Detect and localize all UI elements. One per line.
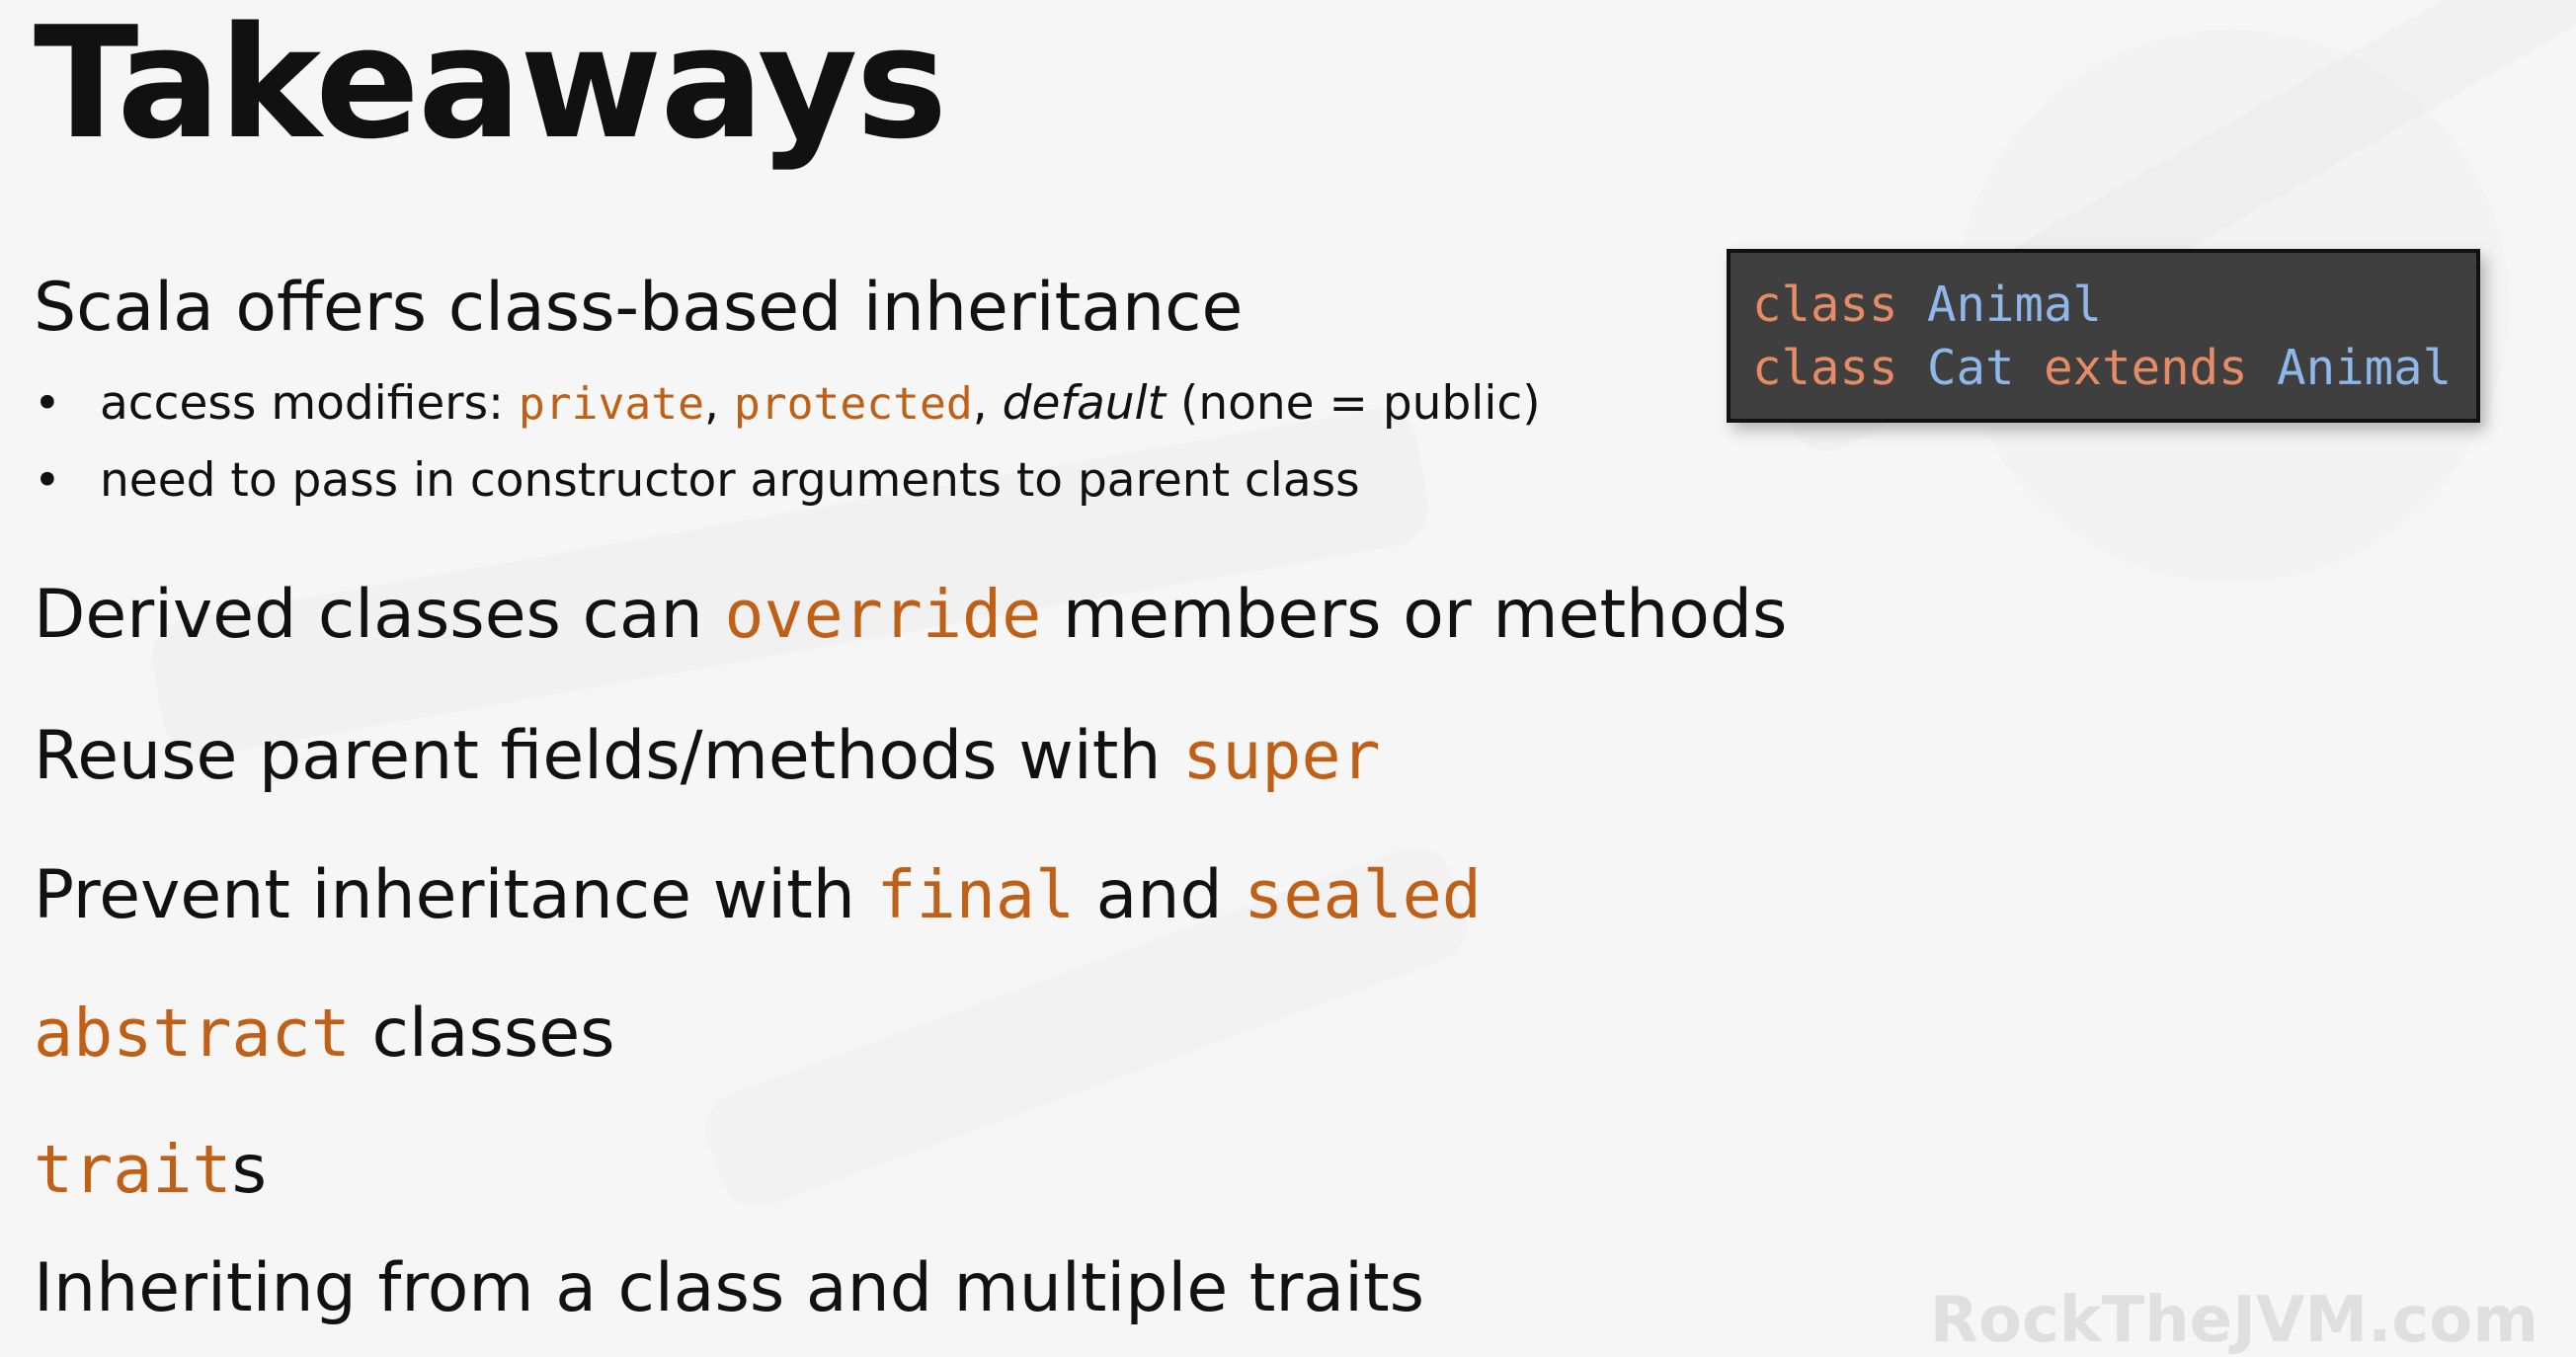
code-super: super	[1182, 717, 1381, 794]
bullet-constructor-arguments: • need to pass in constructor arguments …	[34, 457, 1541, 534]
bullet-separator: ,	[704, 376, 734, 431]
code-protected: protected	[733, 378, 973, 430]
bullet-marker: •	[34, 376, 61, 431]
takeaway-text: s	[231, 1131, 267, 1209]
takeaway-text: and	[1075, 856, 1245, 934]
takeaway-text: Derived classes can	[34, 576, 725, 654]
code-keyword: class	[1752, 277, 1898, 333]
takeaway-text: Reuse parent fields/methods with	[34, 717, 1183, 795]
takeaway-super: Reuse parent fields/methods with super	[34, 723, 1381, 790]
code-line-animal: class Animal	[1752, 274, 2448, 337]
takeaway-text: Prevent inheritance with	[34, 856, 877, 934]
slide-title: Takeaways	[34, 0, 947, 173]
takeaway-override: Derived classes can override members or …	[34, 582, 1787, 649]
takeaway-text: members or methods	[1041, 576, 1788, 654]
code-type-name: Cat	[1927, 340, 2015, 396]
takeaway-class-inheritance: Scala offers class-based inheritance	[34, 269, 1244, 347]
code-final: final	[876, 856, 1076, 933]
bullet-access-modifiers: • access modifiers: private, protected, …	[34, 380, 1541, 457]
bullet-marker: •	[34, 453, 61, 508]
takeaway-final-sealed: Prevent inheritance with final and seale…	[34, 862, 1482, 929]
bullet-text: access modifiers:	[100, 376, 519, 431]
code-parent-type: Animal	[2277, 340, 2453, 396]
code-keyword: extends	[2044, 340, 2248, 396]
code-abstract: abstract	[34, 995, 351, 1072]
takeaway-traits: traits	[34, 1137, 267, 1204]
bullet-text: need to pass in constructor arguments to…	[100, 453, 1360, 508]
code-trait: trait	[34, 1131, 232, 1208]
takeaway-multiple-traits: Inheriting from a class and multiple tra…	[34, 1249, 1425, 1327]
watermark: RockTheJVM.com	[1929, 1284, 2538, 1357]
code-private: private	[518, 378, 704, 430]
bullet-separator: ,	[972, 376, 1003, 431]
takeaway-text: classes	[350, 995, 615, 1073]
takeaway-abstract-classes: abstract classes	[34, 1000, 615, 1068]
inheritance-bullet-list: • access modifiers: private, protected, …	[34, 380, 1541, 534]
default-modifier: default	[1002, 376, 1167, 431]
code-sealed: sealed	[1244, 856, 1482, 933]
code-snippet-box: class Animal class Cat extends Animal	[1727, 249, 2480, 423]
code-override: override	[724, 576, 1042, 653]
code-line-cat: class Cat extends Animal	[1752, 337, 2452, 400]
code-keyword: class	[1752, 340, 1898, 396]
code-type-name: Animal	[1927, 277, 2103, 333]
bullet-text: (none = public)	[1166, 376, 1541, 431]
